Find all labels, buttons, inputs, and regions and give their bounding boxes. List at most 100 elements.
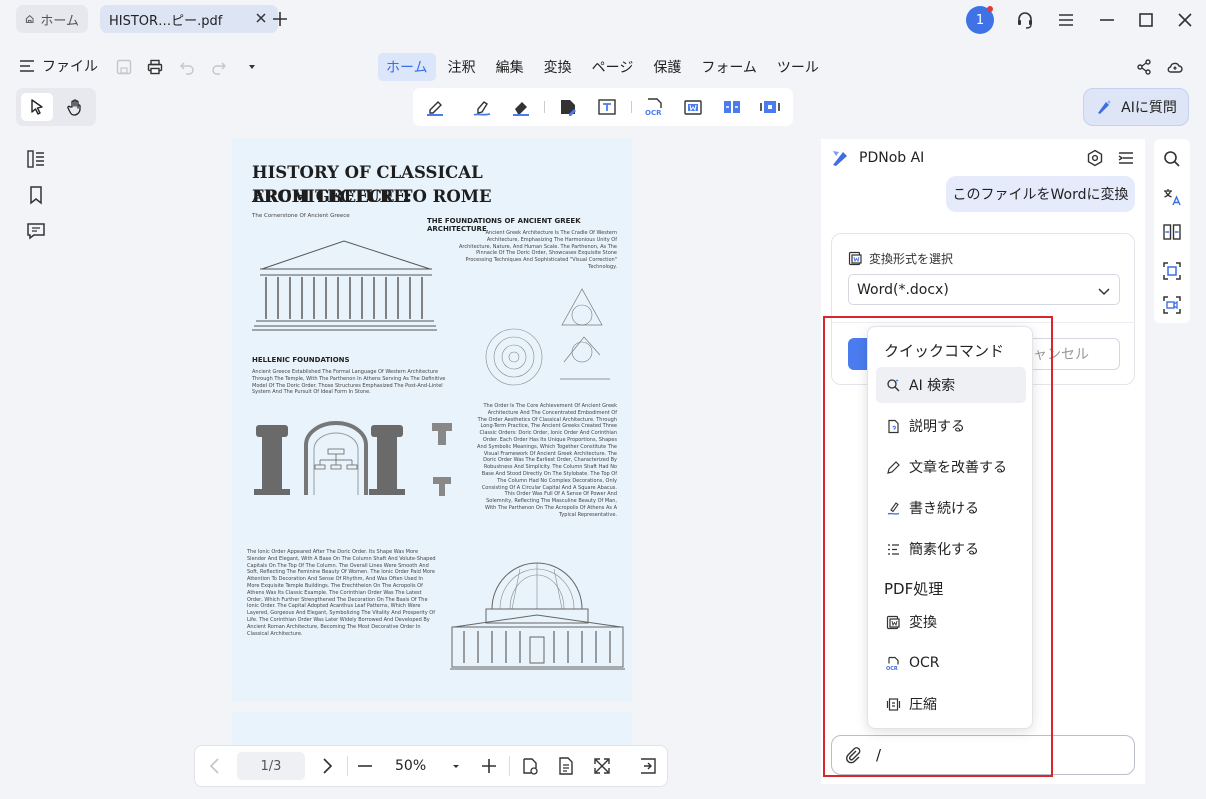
tab-form[interactable]: フォーム [693, 53, 765, 81]
pen-tool-icon[interactable] [471, 96, 493, 118]
compare-text-icon[interactable] [1162, 222, 1182, 242]
page-navigation-bar: 1/3 50% [194, 745, 668, 787]
page-indicator[interactable]: 1/3 [237, 752, 305, 780]
file-menu-label: ファイル [42, 59, 98, 75]
pdnob-logo-icon [833, 151, 847, 166]
zoom-out-icon[interactable] [355, 756, 375, 776]
menu-bar: ファイル ホーム 注釈 編集 変換 ページ 保護 フォーム ツール [0, 48, 1206, 84]
tab-document-label: HISTOR…ピー.pdf [109, 13, 223, 29]
screenshot-icon[interactable] [1162, 261, 1182, 281]
doc-ionic-text: The Ionic Order Appeared After The Doric… [247, 549, 436, 637]
doc-hellenic-heading: HELLENIC FOUNDATIONS [252, 356, 350, 364]
ask-ai-button[interactable]: AIに質問 [1083, 88, 1189, 126]
cursor-arrow-icon [31, 99, 43, 115]
edit-text-icon[interactable] [557, 96, 579, 118]
notification-dot [987, 6, 993, 12]
compress-icon[interactable] [759, 96, 781, 118]
ai-sparkle-icon [1098, 100, 1112, 114]
tab-protect[interactable]: 保護 [645, 53, 689, 81]
ocr-icon[interactable]: OCR [643, 96, 665, 118]
separator [347, 756, 348, 776]
doc-subtitle: The Cornerstone Of Ancient Greece [252, 213, 350, 219]
print-icon[interactable] [146, 58, 164, 76]
tab-document[interactable]: HISTOR…ピー.pdf [100, 5, 278, 33]
convert-format-text: 変換形式を選択 [869, 252, 954, 266]
save-icon[interactable] [115, 58, 133, 76]
right-tool-strip [1154, 139, 1190, 323]
maximize-icon[interactable] [1136, 10, 1156, 30]
compare-icon[interactable] [721, 96, 743, 118]
tab-tools[interactable]: ツール [769, 53, 827, 81]
file-menu-button[interactable]: ファイル [18, 56, 98, 76]
thumbnails-icon[interactable] [26, 149, 46, 169]
word-doc-icon [848, 251, 862, 266]
cursor-mode-group [16, 88, 96, 126]
close-tab-icon[interactable] [254, 11, 268, 25]
tab-home[interactable]: ホーム [16, 5, 88, 33]
title-bar: ホーム HISTOR…ピー.pdf 1 [0, 0, 1206, 40]
format-select[interactable]: Word(*.docx) [848, 274, 1120, 305]
hand-icon [67, 99, 81, 116]
hamburger-menu-icon[interactable] [1056, 10, 1076, 30]
collapse-ai-panel-icon[interactable] [1117, 149, 1135, 167]
ribbon-tabs: ホーム 注釈 編集 変換 ページ 保護 フォーム ツール [378, 53, 827, 81]
eraser-tool-icon[interactable] [510, 96, 532, 118]
close-window-icon[interactable] [1175, 10, 1195, 30]
page-view-icon[interactable] [556, 756, 576, 776]
previous-page-icon[interactable] [205, 756, 225, 776]
svg-text:OCR: OCR [645, 109, 662, 117]
highlight-tool-icon[interactable] [424, 96, 446, 118]
tab-home-label: ホーム [40, 13, 79, 29]
ribbon-tools: OCR [413, 88, 793, 126]
bookmark-icon[interactable] [26, 185, 46, 205]
doc-hellenic-text: Ancient Greece Established The Formal La… [252, 369, 446, 396]
undo-icon[interactable] [178, 58, 196, 76]
zoom-in-icon[interactable] [479, 756, 499, 776]
format-select-value: Word(*.docx) [857, 281, 949, 298]
hand-tool-button[interactable] [59, 93, 91, 121]
ai-brand-name: PDNob AI [859, 150, 925, 166]
user-message-bubble: このファイルをWordに変換 [946, 176, 1135, 212]
parthenon-illustration [252, 240, 437, 331]
chevron-down-icon [1098, 288, 1110, 296]
doc-foundations-text: Ancient Greek Architecture Is The Cradle… [458, 230, 617, 270]
home-icon [25, 15, 34, 23]
ask-ai-label: AIに質問 [1121, 100, 1177, 116]
redo-icon[interactable] [210, 58, 228, 76]
doc-title-line2: FROM GREECE TO ROME [252, 187, 492, 206]
tab-page[interactable]: ページ [584, 53, 642, 81]
column-orders-illustration [254, 421, 452, 496]
separator [509, 756, 510, 776]
domed-building-illustration [450, 562, 625, 670]
text-box-icon[interactable] [596, 96, 618, 118]
doc-order-text: The Order Is The Core Achievement Of Anc… [477, 403, 617, 518]
zoom-dropdown-icon[interactable] [446, 756, 466, 776]
document-page: HISTORY OF CLASSICAL ARCHITECTURE: FROM … [232, 139, 632, 702]
to-word-icon[interactable] [682, 96, 704, 118]
separator [544, 101, 545, 113]
share-icon[interactable] [1135, 58, 1153, 76]
tab-home-ribbon[interactable]: ホーム [378, 53, 436, 81]
next-page-icon[interactable] [317, 756, 337, 776]
add-tab-icon[interactable] [270, 9, 290, 29]
support-headset-icon[interactable] [1015, 10, 1035, 30]
minimize-icon[interactable] [1097, 10, 1117, 30]
rotate-view-icon[interactable] [520, 756, 540, 776]
cloud-icon[interactable] [1166, 58, 1184, 76]
quick-access-dropdown-icon[interactable] [243, 58, 261, 76]
screen-record-icon[interactable] [1162, 295, 1182, 315]
tab-annotate[interactable]: 注釈 [440, 53, 484, 81]
convert-format-label: 変換形式を選択 [848, 250, 953, 267]
separator [631, 101, 632, 113]
translate-icon[interactable] [1162, 187, 1182, 207]
fullscreen-icon[interactable] [592, 756, 612, 776]
ai-brand: PDNob AI [831, 149, 924, 167]
comments-icon[interactable] [26, 221, 46, 241]
zoom-level[interactable]: 50% [395, 758, 426, 774]
search-icon[interactable] [1162, 149, 1182, 169]
tab-convert[interactable]: 変換 [536, 53, 580, 81]
settings-icon[interactable] [1086, 149, 1104, 167]
select-tool-button[interactable] [21, 93, 53, 121]
collapse-panel-icon[interactable] [638, 756, 658, 776]
tab-edit[interactable]: 編集 [488, 53, 532, 81]
